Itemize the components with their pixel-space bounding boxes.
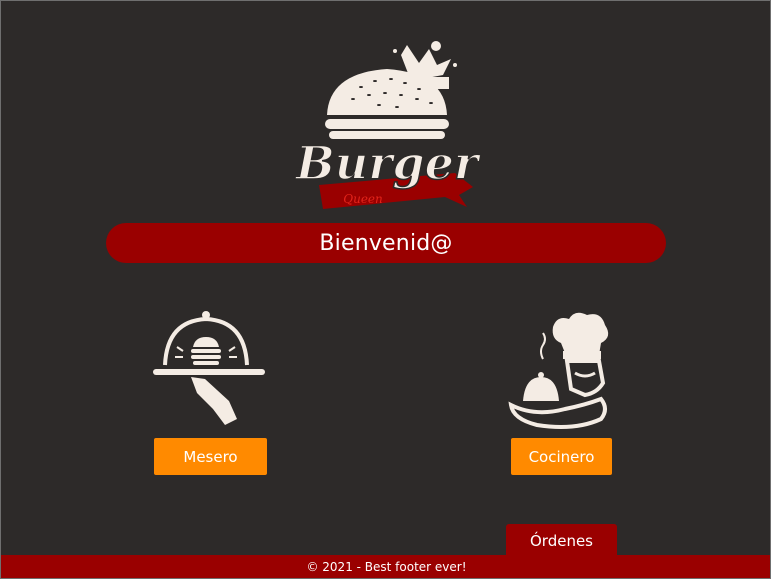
orders-tab-label: Órdenes bbox=[529, 531, 593, 550]
welcome-banner: Bienvenid@ bbox=[106, 223, 666, 263]
logo-title: Burger bbox=[294, 136, 482, 190]
welcome-text: Bienvenid@ bbox=[319, 230, 453, 256]
orders-tab[interactable]: Órdenes bbox=[506, 524, 617, 557]
footer-text: © 2021 - Best footer ever! bbox=[306, 559, 467, 574]
waiter-button[interactable]: Mesero bbox=[154, 438, 267, 475]
footer: © 2021 - Best footer ever! bbox=[1, 555, 770, 578]
chef-button[interactable]: Cocinero bbox=[511, 438, 612, 475]
chef-hat-icon[interactable] bbox=[505, 309, 617, 431]
app-window: Burger Queen Bienvenid@ Mesero Cocinero … bbox=[0, 0, 771, 579]
waiter-cloche-icon[interactable] bbox=[151, 309, 269, 429]
burger-queen-logo: Burger Queen bbox=[293, 41, 483, 209]
logo-subtitle: Queen bbox=[343, 192, 383, 206]
